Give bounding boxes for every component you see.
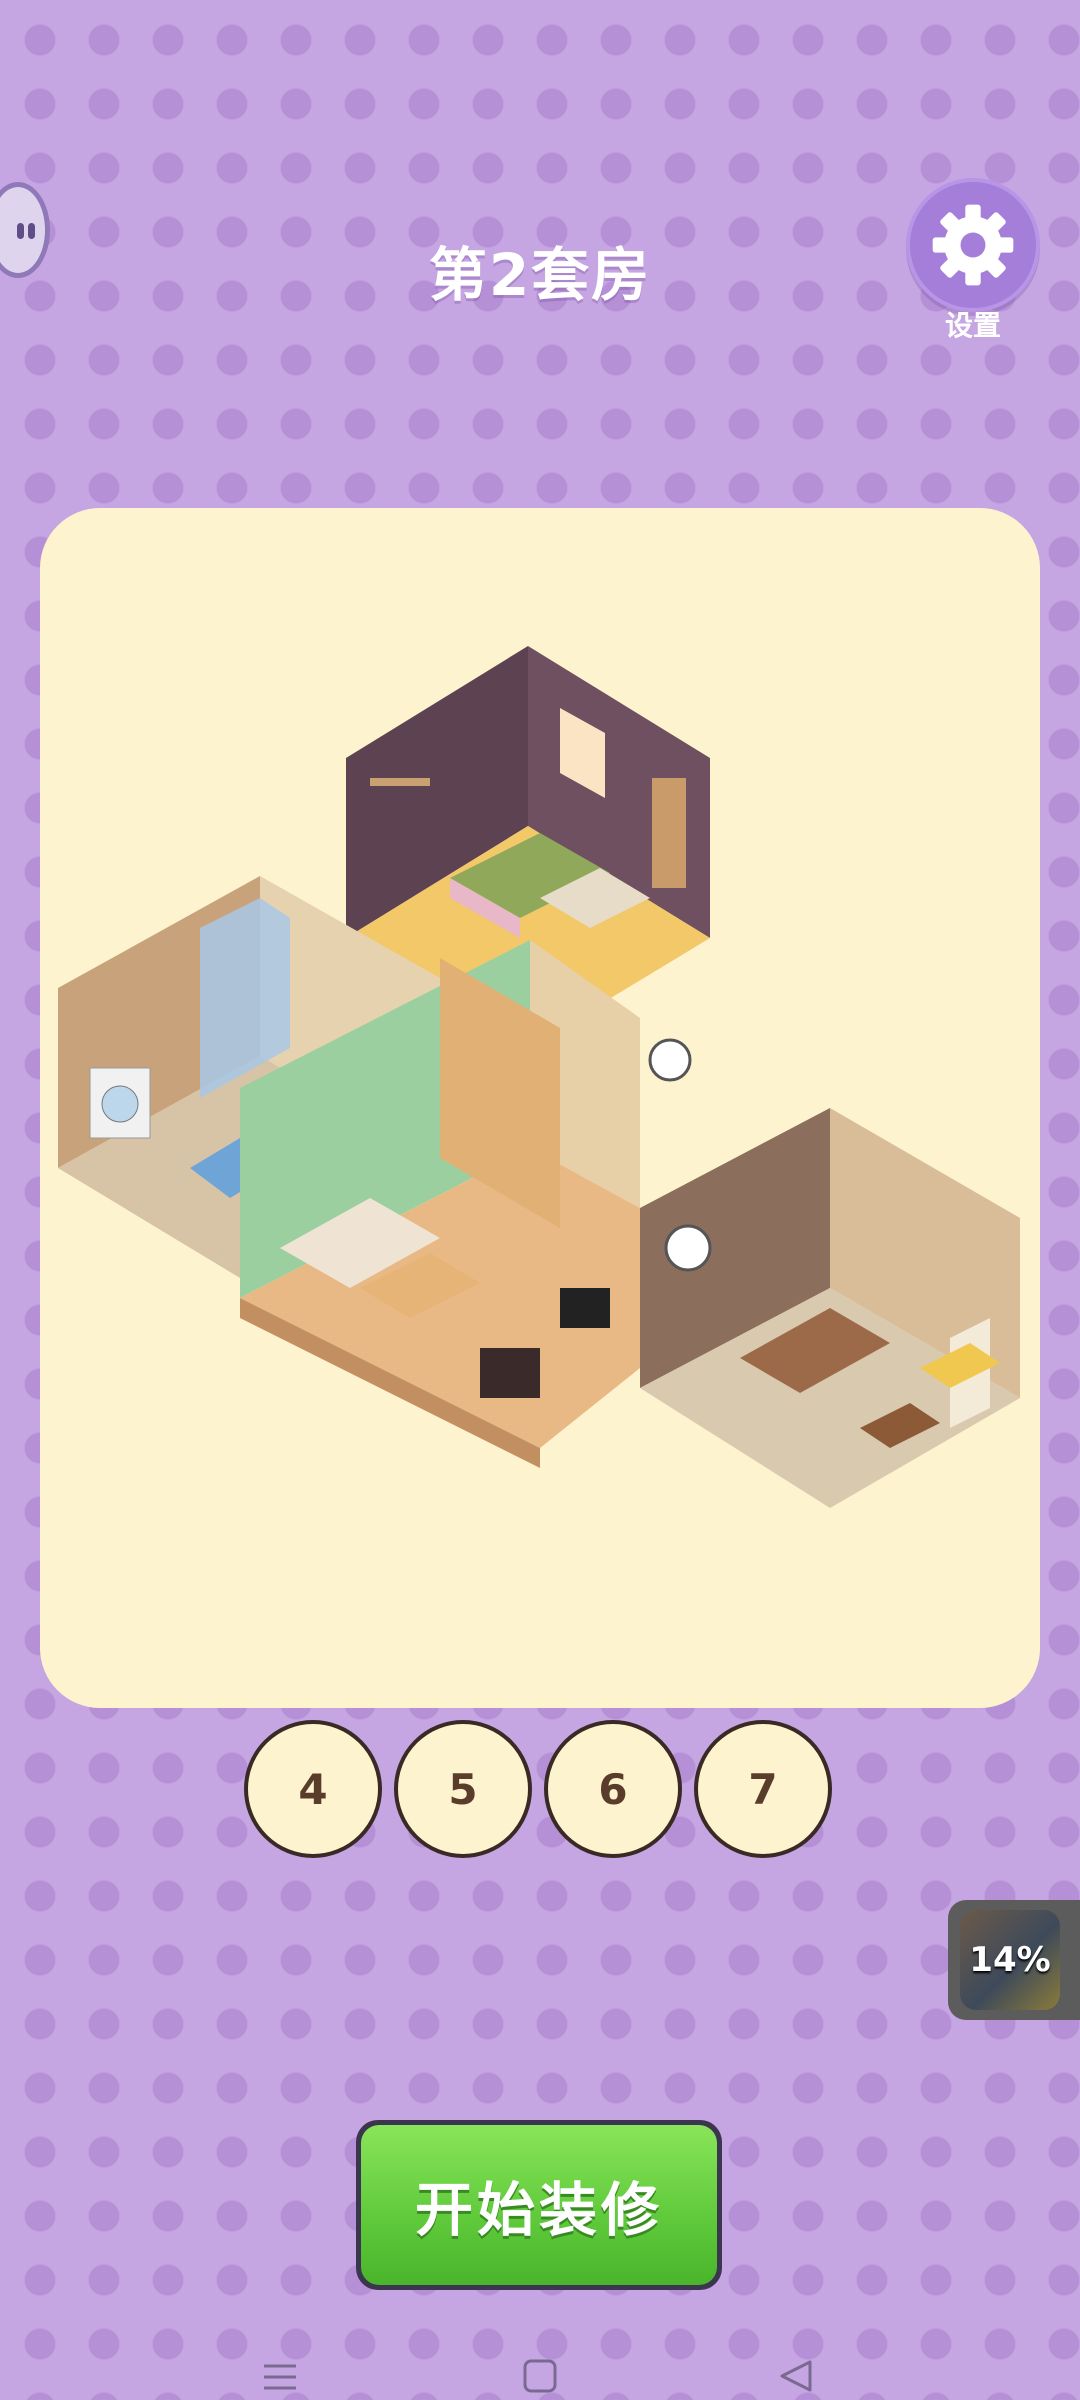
start-decorating-button[interactable]: 开始装修 bbox=[356, 2120, 722, 2290]
level-selector: 4 5 6 7 bbox=[244, 1720, 832, 1858]
settings-button[interactable] bbox=[906, 178, 1040, 312]
system-nav-bar bbox=[0, 2348, 1080, 2400]
progress-percent: 14% bbox=[960, 1910, 1060, 2010]
lower-bedroom-room bbox=[640, 1108, 1020, 1508]
start-button-label: 开始装修 bbox=[361, 2125, 717, 2285]
house-illustration bbox=[58, 646, 1020, 1508]
level-button[interactable]: 5 bbox=[394, 1720, 532, 1858]
triangle-back-icon[interactable] bbox=[778, 2358, 814, 2394]
level-button[interactable]: 6 bbox=[544, 1720, 682, 1858]
settings-label: 设置 bbox=[944, 309, 1001, 342]
gear-icon bbox=[932, 204, 1014, 286]
house-preview-panel bbox=[40, 508, 1040, 1708]
square-icon[interactable] bbox=[522, 2358, 558, 2394]
level-button[interactable]: 4 bbox=[244, 1720, 382, 1858]
progress-tab[interactable]: 14% bbox=[948, 1900, 1080, 2020]
menu-icon[interactable] bbox=[262, 2362, 298, 2392]
level-button[interactable]: 7 bbox=[694, 1720, 832, 1858]
